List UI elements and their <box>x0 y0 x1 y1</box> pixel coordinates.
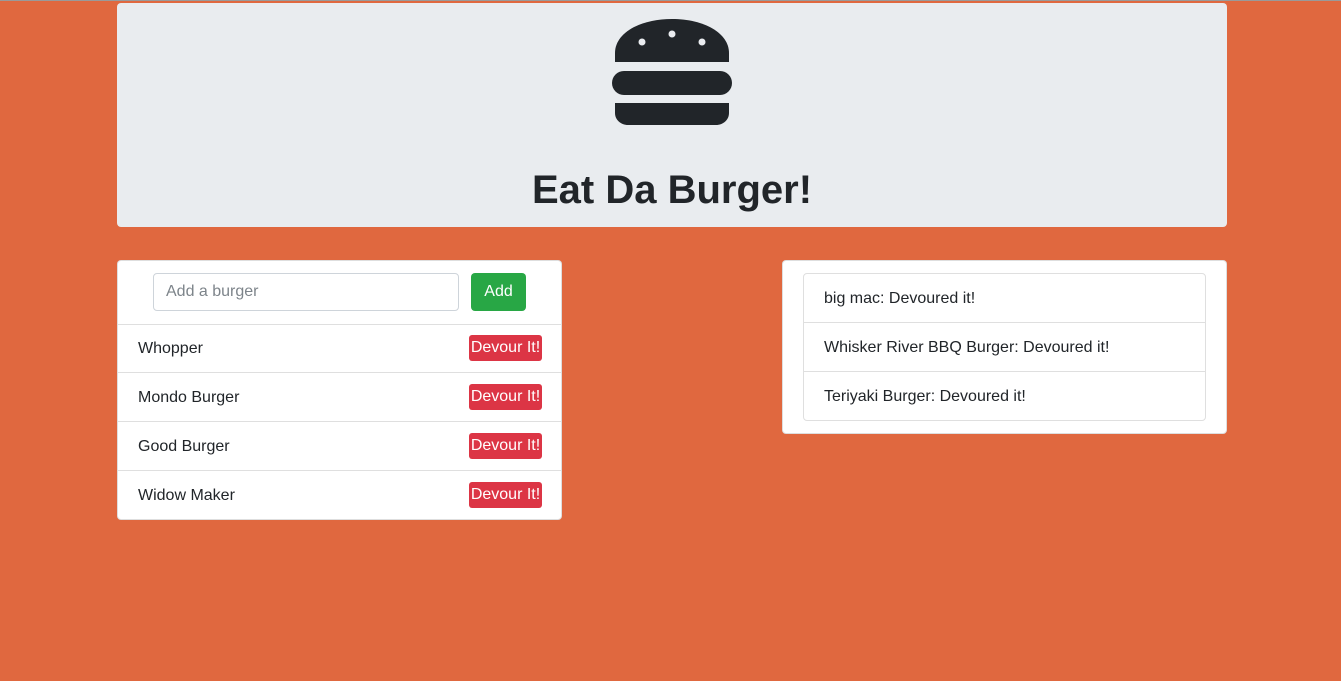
burger-row: Widow Maker Devour It! <box>118 471 561 520</box>
devoured-text: Teriyaki Burger: Devoured it! <box>824 388 1026 405</box>
devoured-item: Whisker River BBQ Burger: Devoured it! <box>804 323 1205 372</box>
devoured-text: big mac: Devoured it! <box>824 290 976 307</box>
burger-name: Mondo Burger <box>138 389 240 406</box>
devoured-item: Teriyaki Burger: Devoured it! <box>804 372 1205 420</box>
add-button[interactable]: Add <box>471 273 526 311</box>
devour-button[interactable]: Devour It! <box>469 384 542 410</box>
burger-name-input[interactable] <box>153 273 459 311</box>
burger-name: Widow Maker <box>138 487 235 504</box>
burger-row: Good Burger Devour It! <box>118 422 561 471</box>
burgers-card: Add Whopper Devour It! Mondo Burger Devo… <box>117 260 562 520</box>
devoured-card: big mac: Devoured it! Whisker River BBQ … <box>782 260 1227 434</box>
header-jumbotron: Eat Da Burger! <box>117 3 1227 227</box>
burger-row: Mondo Burger Devour It! <box>118 373 561 422</box>
burger-name: Good Burger <box>138 438 230 455</box>
add-burger-form: Add <box>118 261 561 325</box>
hamburger-icon <box>612 19 732 125</box>
burger-row: Whopper Devour It! <box>118 324 561 373</box>
burger-list: Whopper Devour It! Mondo Burger Devour I… <box>118 324 561 520</box>
devour-button[interactable]: Devour It! <box>469 482 542 508</box>
burger-name: Whopper <box>138 340 203 357</box>
page-title: Eat Da Burger! <box>531 168 813 212</box>
devour-button[interactable]: Devour It! <box>469 335 542 361</box>
devoured-text: Whisker River BBQ Burger: Devoured it! <box>824 339 1110 356</box>
devoured-item: big mac: Devoured it! <box>804 274 1205 323</box>
devour-button[interactable]: Devour It! <box>469 433 542 459</box>
devoured-list: big mac: Devoured it! Whisker River BBQ … <box>803 273 1206 421</box>
